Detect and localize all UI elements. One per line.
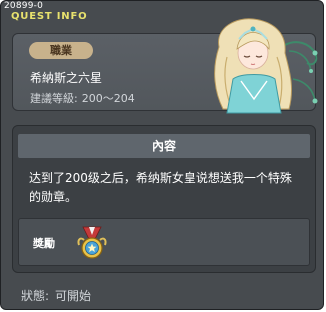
medal-icon[interactable]: [75, 225, 109, 261]
status-label: 狀態:: [21, 289, 50, 303]
quest-content-panel: 內容 达到了200级之后，希纳斯女皇说想送我一个特殊的勋章。 獎勵: [12, 125, 316, 273]
quest-info-window: 20899-0 QUEST INFO 職業 希納斯之六星 建議等級: 200～20…: [0, 0, 324, 310]
job-tag: 職業: [29, 42, 93, 59]
content-header: 內容: [18, 134, 310, 158]
quest-name: 希納斯之六星: [30, 71, 103, 85]
recommended-level-value: 200～204: [81, 92, 135, 105]
recommended-level: 建議等級: 200～204: [30, 90, 135, 106]
window-title: QUEST INFO: [11, 11, 88, 22]
npc-portrait: [214, 18, 318, 114]
recommended-level-label: 建議等級:: [30, 92, 78, 105]
reward-box: 獎勵: [18, 218, 310, 266]
status-value: 可開始: [55, 289, 92, 303]
quest-status: 狀態: 可開始: [21, 287, 91, 304]
reward-label: 獎勵: [33, 237, 55, 250]
quest-description: 达到了200级之后，希纳斯女皇说想送我一个特殊的勋章。: [29, 171, 292, 204]
